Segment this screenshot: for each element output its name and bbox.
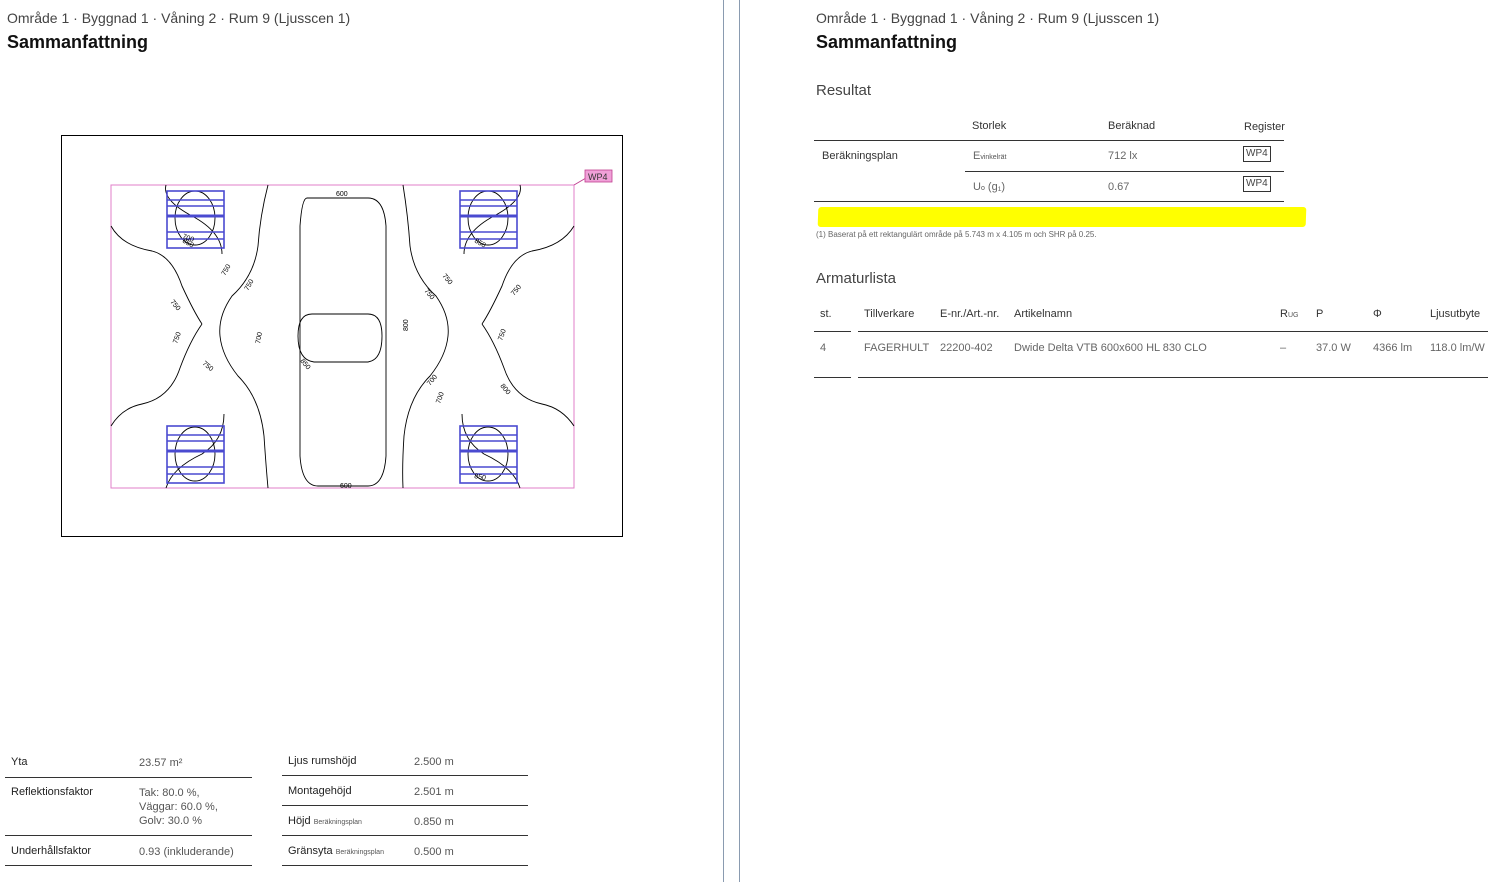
contour-label: 750 xyxy=(440,273,453,287)
col-header-article-name: Artikelnamn xyxy=(1014,308,1073,320)
result-size: Uo (g₁) xyxy=(973,181,1005,193)
contour-label: 700 xyxy=(435,391,446,404)
prop-key-sub: Beräkningsplan xyxy=(313,819,362,826)
contour-label: 700 xyxy=(255,332,264,345)
floor-plan: WP4 600 750 750 750 750 750 700 700 800 … xyxy=(61,135,623,537)
col-header-register: Register xyxy=(1244,121,1285,133)
right-page xyxy=(740,0,1500,882)
col-header-size: Storlek xyxy=(972,120,1007,132)
lum-manufacturer: FAGERHULT xyxy=(864,342,930,354)
page-title-right: Sammanfattning xyxy=(816,32,958,52)
breadcrumb: Område 1 · Byggnad 1 · Våning 2 · Rum 9 … xyxy=(7,10,351,26)
contour-label: 800 xyxy=(498,383,511,397)
prop-value: 2.500 m xyxy=(414,756,454,768)
prop-key: Ljus rumshöjd xyxy=(288,755,357,767)
prop-key: Underhållsfaktor xyxy=(11,845,92,857)
prop-key: Gränsyta xyxy=(288,845,333,857)
result-size: Evinkelrät xyxy=(973,150,1006,162)
rug-symbol: R xyxy=(1280,308,1288,320)
contour-label: 750 xyxy=(168,299,181,313)
luminaires-heading: Armaturlista xyxy=(816,270,897,287)
col-header-flux: Φ xyxy=(1373,308,1382,320)
prop-value-line: Golv: 30.0 % xyxy=(139,815,202,827)
lum-power: 37.0 W xyxy=(1316,342,1351,354)
contour-label: 800 xyxy=(403,319,410,331)
luminaires xyxy=(166,190,518,484)
page-divider xyxy=(723,0,724,882)
contour-label: 750 xyxy=(221,263,233,277)
lum-efficacy: 118.0 lm/W xyxy=(1430,342,1485,354)
prop-value-line: Väggar: 60.0 %, xyxy=(139,801,218,813)
prop-key: Reflektionsfaktor xyxy=(11,786,93,798)
left-page: Område 1 · Byggnad 1 · Våning 2 · Rum 9 … xyxy=(0,0,724,882)
luminaire-3[interactable] xyxy=(166,425,225,484)
col-header-calculated: Beräknad xyxy=(1108,120,1156,132)
prop-key: Yta xyxy=(11,756,28,768)
rug-sub: UG xyxy=(1287,312,1299,319)
contour-label: 850 xyxy=(474,473,487,482)
prop-value-line: Tak: 80.0 %, xyxy=(139,787,200,799)
prop-key-sub: Beräkningsplan xyxy=(335,849,384,856)
prop-key: Montagehöjd xyxy=(288,785,352,797)
contour-label: 700 xyxy=(426,374,439,388)
room-properties-table: Yta 23.57 m² Reflektionsfaktor Tak: 80.0… xyxy=(5,748,252,866)
prop-value: 0.93 (inkluderande) xyxy=(139,846,234,858)
results-row-label: Beräkningsplan xyxy=(822,150,898,162)
lum-article-name: Dwide Delta VTB 600x600 HL 830 CLO xyxy=(1014,342,1207,354)
contour-label: 750 xyxy=(422,288,435,302)
prop-row-maintenance: Underhållsfaktor 0.93 (inkluderande) xyxy=(5,836,252,866)
register-badge[interactable]: WP4 xyxy=(1243,176,1271,192)
prop-row-reflection: Reflektionsfaktor Tak: 80.0 %, Väggar: 6… xyxy=(5,778,252,836)
contour-label: 750 xyxy=(510,284,523,298)
result-size-symbol: U xyxy=(973,181,981,193)
lum-flux: 4366 lm xyxy=(1373,342,1413,354)
col-header-manufacturer: Tillverkare xyxy=(864,308,915,320)
wp4-label: WP4 xyxy=(588,172,608,182)
prop-value: 2.501 m xyxy=(414,786,454,798)
col-header-power: P xyxy=(1316,308,1324,320)
result-size-suffix: (g₁) xyxy=(984,181,1006,193)
contour-label: 750 xyxy=(201,360,215,373)
isolux-plan-svg: WP4 600 750 750 750 750 750 700 700 800 … xyxy=(110,169,613,490)
prop-value: 0.850 m xyxy=(414,816,454,828)
lum-rug: – xyxy=(1280,342,1287,354)
prop-row-room-height: Ljus rumshöjd 2.500 m xyxy=(282,748,528,776)
results-footnote: (1) Baserat på ett rektangulärt område p… xyxy=(816,230,1097,239)
prop-value: 0.500 m xyxy=(414,846,454,858)
breadcrumb-right: Område 1 · Byggnad 1 · Våning 2 · Rum 9 … xyxy=(816,10,1160,26)
lum-article-no: 22200-402 xyxy=(940,342,993,354)
page-title: Sammanfattning xyxy=(7,32,149,52)
result-size-sub: vinkelrät xyxy=(980,154,1007,161)
prop-row-mount-height: Montagehöjd 2.501 m xyxy=(282,776,528,806)
col-header-count: st. xyxy=(820,308,832,320)
result-calculated: 0.67 xyxy=(1108,181,1130,193)
contour-label: 600 xyxy=(336,191,348,198)
prop-row-plane-height: Höjd Beräkningsplan 0.850 m xyxy=(282,806,528,836)
highlight-mark xyxy=(817,207,1307,227)
col-header-rug: RUG xyxy=(1280,308,1298,320)
col-header-article-no: E-nr./Art.-nr. xyxy=(940,308,1000,320)
col-header-efficacy: Ljusutbyte xyxy=(1430,308,1481,320)
prop-row-area: Yta 23.57 m² xyxy=(5,748,252,778)
result-calculated: 712 lx xyxy=(1108,150,1138,162)
prop-key: Höjd xyxy=(288,815,311,827)
results-heading: Resultat xyxy=(816,82,872,99)
height-properties-table: Ljus rumshöjd 2.500 m Montagehöjd 2.501 … xyxy=(282,748,528,866)
prop-row-boundary: Gränsyta Beräkningsplan 0.500 m xyxy=(282,836,528,866)
contour-label: 750 xyxy=(497,328,508,341)
contour-label: 750 xyxy=(172,331,183,344)
lum-count: 4 xyxy=(820,342,827,354)
prop-value: 23.57 m² xyxy=(139,757,183,769)
contour-label: 600 xyxy=(340,483,352,490)
register-badge[interactable]: WP4 xyxy=(1243,146,1271,162)
luminaire-1[interactable] xyxy=(166,190,225,249)
luminaire-4[interactable] xyxy=(459,425,518,484)
